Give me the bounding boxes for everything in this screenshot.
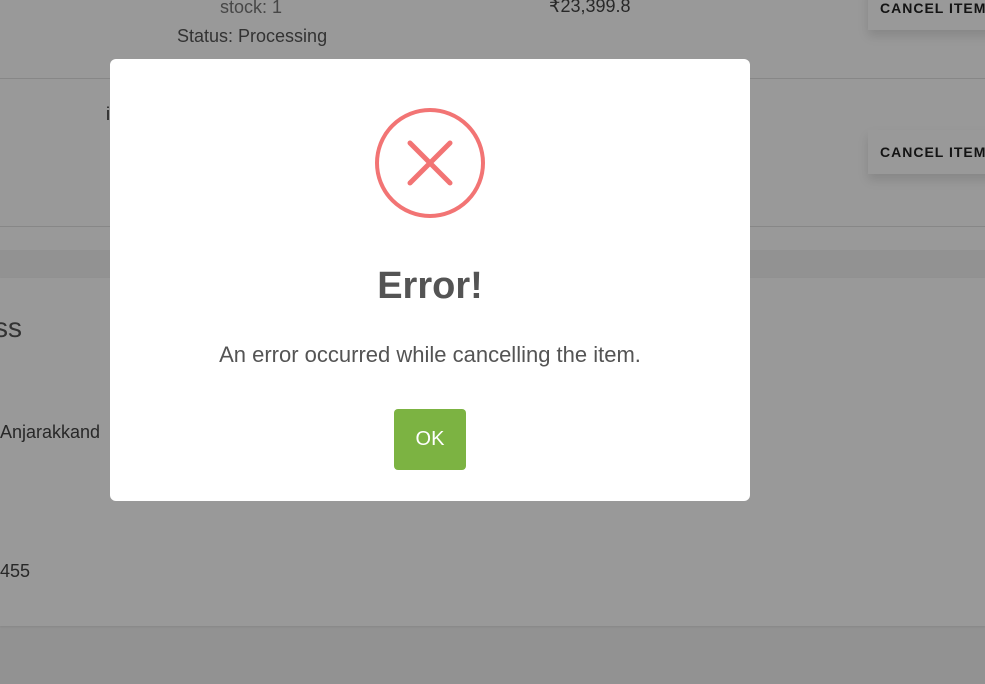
dialog-message: An error occurred while cancelling the i… [219,342,641,367]
ok-button[interactable]: OK [394,409,466,470]
dialog-title: Error! [377,265,483,307]
error-dialog: Error! An error occurred while cancellin… [110,59,750,501]
error-x-icon [375,108,485,218]
modal-overlay[interactable]: Error! An error occurred while cancellin… [0,0,985,684]
